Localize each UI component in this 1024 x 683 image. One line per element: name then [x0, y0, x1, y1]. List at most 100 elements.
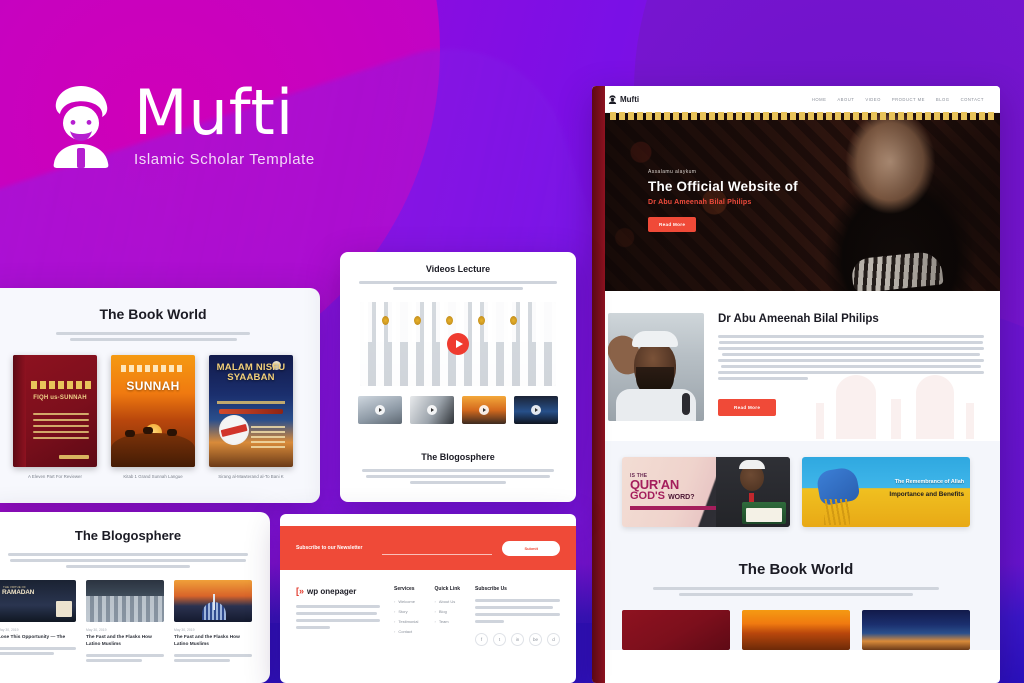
book-world-card[interactable]: The Book World Lorem Ipsum is simply dum…: [0, 288, 320, 503]
footer-link-contact[interactable]: › Contact: [394, 629, 421, 634]
book1-arabic-title: [31, 381, 91, 389]
chevron-right-icon: ›: [394, 609, 396, 614]
mockup-nav-brand[interactable]: Mufti: [608, 95, 639, 104]
footer-link-about-us[interactable]: › About Us: [435, 599, 462, 604]
mockup-navbar: Mufti HOME ABOUT VIDEO PRODUCT ME BLOG C…: [592, 86, 1000, 113]
nav-link-home[interactable]: HOME: [812, 97, 827, 102]
nav-link-contact[interactable]: CONTACT: [961, 97, 984, 102]
chandelier-1: [382, 316, 389, 325]
footer-card[interactable]: Subscribe to our Newsletter Submit [» wp…: [280, 514, 576, 683]
remembrance-line-2: Importance and Benefits: [889, 491, 964, 498]
mockup-book-3[interactable]: [862, 610, 970, 650]
facebook-icon[interactable]: f: [475, 633, 488, 646]
video-thumb-1[interactable]: [358, 396, 402, 424]
blog-post-3-title[interactable]: The Fast and the Flasks How Latino Musli…: [174, 635, 252, 649]
footer-link-welcome[interactable]: › Welcome: [394, 599, 421, 604]
footer-link-team-label: Team: [438, 619, 449, 624]
nav-link-product[interactable]: PRODUCT ME: [892, 97, 925, 102]
book-item-1[interactable]: FIQH us-SUNNAH A Eleven Part For Reviewe…: [13, 355, 97, 480]
footer-link-blog[interactable]: › Blog: [435, 609, 462, 614]
linkedin-icon[interactable]: in: [511, 633, 524, 646]
book1-footer-bar: [59, 455, 89, 459]
footer-column-services: Services › Welcome › Story › Testimonial › C…: [394, 586, 421, 646]
book3-accent-bar: [219, 409, 283, 414]
newsletter-submit-button[interactable]: Submit: [502, 540, 560, 556]
newsletter-bar: Subscribe to our Newsletter Submit: [280, 526, 576, 570]
mockup-book-2[interactable]: [742, 610, 850, 650]
book2-camel-b: [143, 427, 153, 434]
book3-list: [251, 426, 285, 451]
book-cover-fiqh-us-sunnah: FIQH us-SUNNAH: [13, 355, 97, 467]
footer-column-subscribe: Subscribe Us Lorem ipsum dolor amet cons…: [475, 586, 560, 646]
nav-link-about[interactable]: ABOUT: [837, 97, 854, 102]
blogosphere-title: The Blogosphere: [74, 528, 182, 543]
video-thumb-3[interactable]: [462, 396, 506, 424]
play-icon[interactable]: [479, 405, 489, 415]
blogosphere-card[interactable]: The Blogosphere Lorem ipsum dolor sit am…: [0, 512, 270, 683]
behance-icon[interactable]: be: [529, 633, 542, 646]
about-read-more-button[interactable]: Read More: [718, 399, 777, 416]
blog-post-2-title[interactable]: The Fast and the Flasks How Latino Musli…: [86, 635, 164, 649]
book-item-2[interactable]: SUNNAH Kitab 1 Grand Sunnah Langue: [111, 355, 195, 480]
brand-tagline: Islamic Scholar Template: [134, 151, 315, 168]
play-icon[interactable]: [427, 405, 437, 415]
newsletter-email-input[interactable]: [382, 542, 493, 555]
book2-camel-c: [167, 429, 177, 436]
book2-caption: Kitab 1 Grand Sunnah Langue: [123, 474, 183, 479]
video-main-thumbnail[interactable]: [360, 302, 556, 386]
mockup-book-1[interactable]: [610, 112, 994, 650]
play-icon[interactable]: [447, 333, 469, 355]
chandelier-2: [414, 316, 421, 325]
videos-lecture-card[interactable]: Videos Lecture Lorem Ipsum is simply dum…: [340, 252, 576, 502]
blog-post-2[interactable]: May 30, 2019 The Fast and the Flasks How…: [86, 580, 164, 664]
blog-post-1[interactable]: THE VIRTUE OF RAMADAN May 30, 2019 Lose T…: [0, 580, 76, 664]
footer-columns: [» wp onepager Lorem ipsum dolor sit ame…: [280, 570, 576, 646]
book-cover-sunnah: SUNNAH: [111, 355, 195, 467]
book3-stamp: [215, 411, 253, 449]
gallery-card-remembrance[interactable]: The Remembrance of Allah Importance and …: [802, 457, 970, 527]
book-item-3[interactable]: MALAM NISFU SYAABAN Sirang al-Mawterand …: [209, 355, 293, 480]
chandelier-3: [446, 316, 453, 325]
footer-link-testimonial[interactable]: › Testimonial: [394, 619, 421, 624]
quran-line-3: GOD'S: [630, 490, 666, 503]
play-icon[interactable]: [375, 405, 385, 415]
quran-underline: [630, 506, 716, 511]
book-world-subtitle-lines: [0, 332, 320, 341]
footer-subscribe-lines: [475, 599, 560, 623]
mockup-video-gallery: IS THE QUR'AN GOD'S WORD? The Remembranc…: [592, 441, 1000, 543]
blog-post-row: THE VIRTUE OF RAMADAN May 30, 2019 Lose T…: [0, 580, 270, 664]
quran-speaker-cap: [739, 460, 765, 469]
blog-post-1-title[interactable]: Lose This Opportunity — The: [0, 635, 76, 642]
footer-link-blog-label: Blog: [438, 609, 447, 614]
blog-post-3-date: May 30, 2019: [174, 628, 195, 632]
dribbble-icon[interactable]: d: [547, 633, 560, 646]
remembrance-wheat: [824, 499, 850, 525]
hero-subtitle: Dr Abu Ameenah Bilal Philips: [648, 199, 752, 206]
right-page-mockup[interactable]: Mufti HOME ABOUT VIDEO PRODUCT ME BLOG C…: [592, 86, 1000, 683]
video-thumbnail-row: [340, 396, 576, 424]
mockup-hero: Assalamu alaykum The Official Website of…: [592, 113, 1000, 291]
twitter-icon[interactable]: t: [493, 633, 506, 646]
blog-post-1-date: May 30, 2019: [0, 628, 19, 632]
nav-link-blog[interactable]: BLOG: [936, 97, 950, 102]
video-thumb-2[interactable]: [410, 396, 454, 424]
blog-post-3[interactable]: May 30, 2019 The Fast and the Flasks How…: [174, 580, 252, 664]
videos-card-blog-section: The Blogosphere Lorem Ipsum is simply du…: [340, 440, 576, 484]
gallery-card-quran[interactable]: IS THE QUR'AN GOD'S WORD?: [622, 457, 790, 527]
mosque-watermark-icon: [816, 375, 974, 439]
video-thumb-4[interactable]: [514, 396, 558, 424]
footer-link-team[interactable]: › Team: [435, 619, 462, 624]
nav-link-video[interactable]: VIDEO: [865, 97, 881, 102]
play-icon[interactable]: [531, 405, 541, 415]
chandelier-5: [510, 316, 517, 325]
book3-caption: Sirang al-Mawterand al-To Bani K: [218, 474, 284, 479]
about-photo-cap: [632, 331, 678, 347]
footer-link-story[interactable]: › Story: [394, 609, 421, 614]
gallery-card-quran-text: IS THE QUR'AN GOD'S WORD?: [630, 473, 716, 511]
mockup-nav-brand-label: Mufti: [620, 94, 640, 104]
footer-link-about-us-label: About Us: [438, 599, 456, 604]
hero-read-more-button[interactable]: Read More: [648, 217, 697, 232]
chevron-right-icon: ›: [394, 599, 396, 604]
footer-logo[interactable]: [» wp onepager: [296, 586, 380, 596]
blog-post-2-excerpt-lines: [86, 653, 164, 662]
